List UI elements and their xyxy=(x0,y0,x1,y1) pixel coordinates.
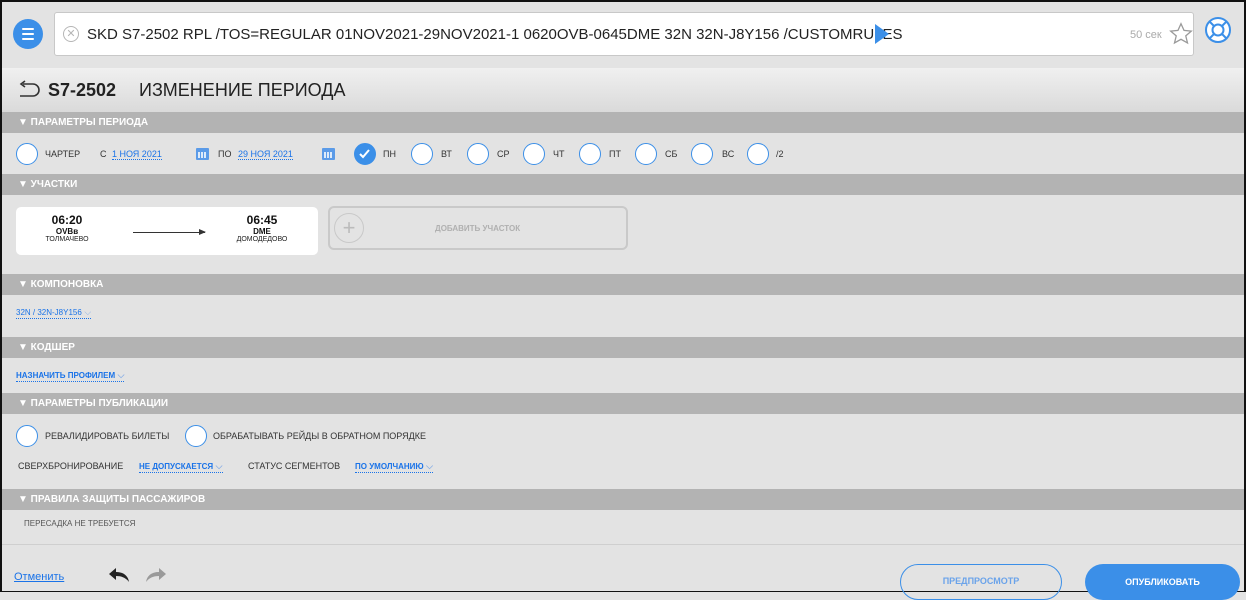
run-icon[interactable] xyxy=(875,24,889,44)
day-label-mon: ПН xyxy=(383,149,396,159)
undo-icon[interactable] xyxy=(107,566,131,584)
add-leg-label: ДОБАВИТЬ УЧАСТОК xyxy=(435,224,521,233)
overbooking-select[interactable]: НЕ ДОПУСКАЕТСЯ xyxy=(139,461,223,473)
menu-icon[interactable] xyxy=(13,19,43,49)
arrival-airport: ДОМОДЕДОВО xyxy=(236,236,288,243)
section-publication-header[interactable]: ▼ ПАРАМЕТРЫ ПУБЛИКАЦИИ xyxy=(2,393,1244,414)
clear-icon[interactable]: ✕ xyxy=(63,26,79,42)
day-label-tue: ВТ xyxy=(441,149,452,159)
day-checkbox-thu[interactable] xyxy=(523,143,545,165)
revalidate-checkbox[interactable] xyxy=(16,425,38,447)
day-checkbox-mon[interactable] xyxy=(354,143,376,165)
day-checkbox-sat[interactable] xyxy=(635,143,657,165)
preview-button[interactable]: ПРЕДПРОСМОТР xyxy=(900,564,1062,600)
segment-status-label: СТАТУС СЕГМЕНТОВ xyxy=(248,461,341,471)
day-checkbox-fri[interactable] xyxy=(579,143,601,165)
departure-time: 06:20 xyxy=(51,213,83,227)
back-icon[interactable] xyxy=(16,80,42,100)
flight-number: S7-2502 xyxy=(48,80,117,100)
publish-button[interactable]: ОПУБЛИКОВАТЬ xyxy=(1085,564,1240,600)
command-text[interactable]: SKD S7-2502 RPL /TOS=REGULAR 01NOV2021-2… xyxy=(87,26,903,43)
charter-label: ЧАРТЕР xyxy=(45,149,81,159)
section-config-header[interactable]: ▼ КОМПОНОВКА xyxy=(2,274,1244,295)
config-select[interactable]: 32N / 32N-J8Y156 xyxy=(16,307,92,319)
day-label-fri: ПТ xyxy=(609,149,621,159)
star-icon[interactable] xyxy=(1168,21,1194,47)
segment-status-select[interactable]: ПО УМОЛЧАНИЮ xyxy=(355,461,433,473)
timer-label: 50 сек xyxy=(1130,29,1162,41)
from-date-input[interactable]: 1 НОЯ 2021 xyxy=(112,149,162,160)
overbooking-label: СВЕРХБРОНИРОВАНИЕ xyxy=(18,461,124,471)
day-label-wed: СР xyxy=(497,149,510,159)
from-label: С xyxy=(100,149,107,159)
to-date-input[interactable]: 29 НОЯ 2021 xyxy=(238,149,293,160)
departure-airport: ТОЛМАЧЕВО xyxy=(45,236,89,243)
calendar-icon[interactable] xyxy=(196,148,209,160)
page-title: ИЗМЕНЕНИЕ ПЕРИОДА xyxy=(139,80,346,100)
protection-text: ПЕРЕСАДКА НЕ ТРЕБУЕТСЯ xyxy=(24,519,136,528)
to-label: ПО xyxy=(218,149,232,159)
reverse-order-label: ОБРАБАТЫВАТЬ РЕЙДЫ В ОБРАТНОМ ПОРЯДКЕ xyxy=(213,431,426,441)
charter-radio[interactable] xyxy=(16,143,38,165)
calendar-icon[interactable] xyxy=(322,148,335,160)
add-leg-button[interactable]: + ДОБАВИТЬ УЧАСТОК xyxy=(328,206,628,250)
arrow-right-icon xyxy=(133,229,206,235)
help-icon[interactable] xyxy=(1204,16,1232,44)
arrival-time: 06:45 xyxy=(246,213,278,227)
plus-icon: + xyxy=(334,213,364,243)
day-label-thu: ЧТ xyxy=(553,149,565,159)
section-period-header[interactable]: ▼ ПАРАМЕТРЫ ПЕРИОДА xyxy=(2,112,1244,133)
cancel-link[interactable]: Отменить xyxy=(14,571,64,583)
section-protection-header[interactable]: ▼ ПРАВИЛА ЗАЩИТЫ ПАССАЖИРОВ xyxy=(2,489,1244,510)
day-label-sat: СБ xyxy=(665,149,678,159)
departure-code: OVBв xyxy=(55,227,79,236)
reverse-order-checkbox[interactable] xyxy=(185,425,207,447)
arrival-code: DME xyxy=(253,227,271,236)
codeshare-select[interactable]: НАЗНАЧИТЬ ПРОФИЛЕМ xyxy=(16,370,125,382)
day-label-sun: ВС xyxy=(722,149,735,159)
day-checkbox-tue[interactable] xyxy=(411,143,433,165)
day-checkbox-wed[interactable] xyxy=(467,143,489,165)
section-legs-header[interactable]: ▼ УЧАСТКИ xyxy=(2,174,1244,195)
footer-bar: Отменить ПРЕДПРОСМОТР ОПУБЛИКОВАТЬ xyxy=(2,544,1244,600)
command-bar: ✕ SKD S7-2502 RPL /TOS=REGULAR 01NOV2021… xyxy=(2,2,1244,66)
command-input[interactable]: ✕ SKD S7-2502 RPL /TOS=REGULAR 01NOV2021… xyxy=(54,12,1194,56)
revalidate-label: РЕВАЛИДИРОВАТЬ БИЛЕТЫ xyxy=(45,431,170,441)
page-title-bar: S7-2502 ИЗМЕНЕНИЕ ПЕРИОДА xyxy=(2,68,1244,112)
section-codeshare-header[interactable]: ▼ КОДШЕР xyxy=(2,337,1244,358)
day-label-half: /2 xyxy=(776,149,784,159)
day-checkbox-half[interactable] xyxy=(747,143,769,165)
redo-icon[interactable] xyxy=(144,566,168,584)
leg-card[interactable]: 06:20 OVBв ТОЛМАЧЕВО 06:45 DME ДОМОДЕДОВ… xyxy=(16,207,318,255)
day-checkbox-sun[interactable] xyxy=(691,143,713,165)
check-icon xyxy=(359,149,370,159)
